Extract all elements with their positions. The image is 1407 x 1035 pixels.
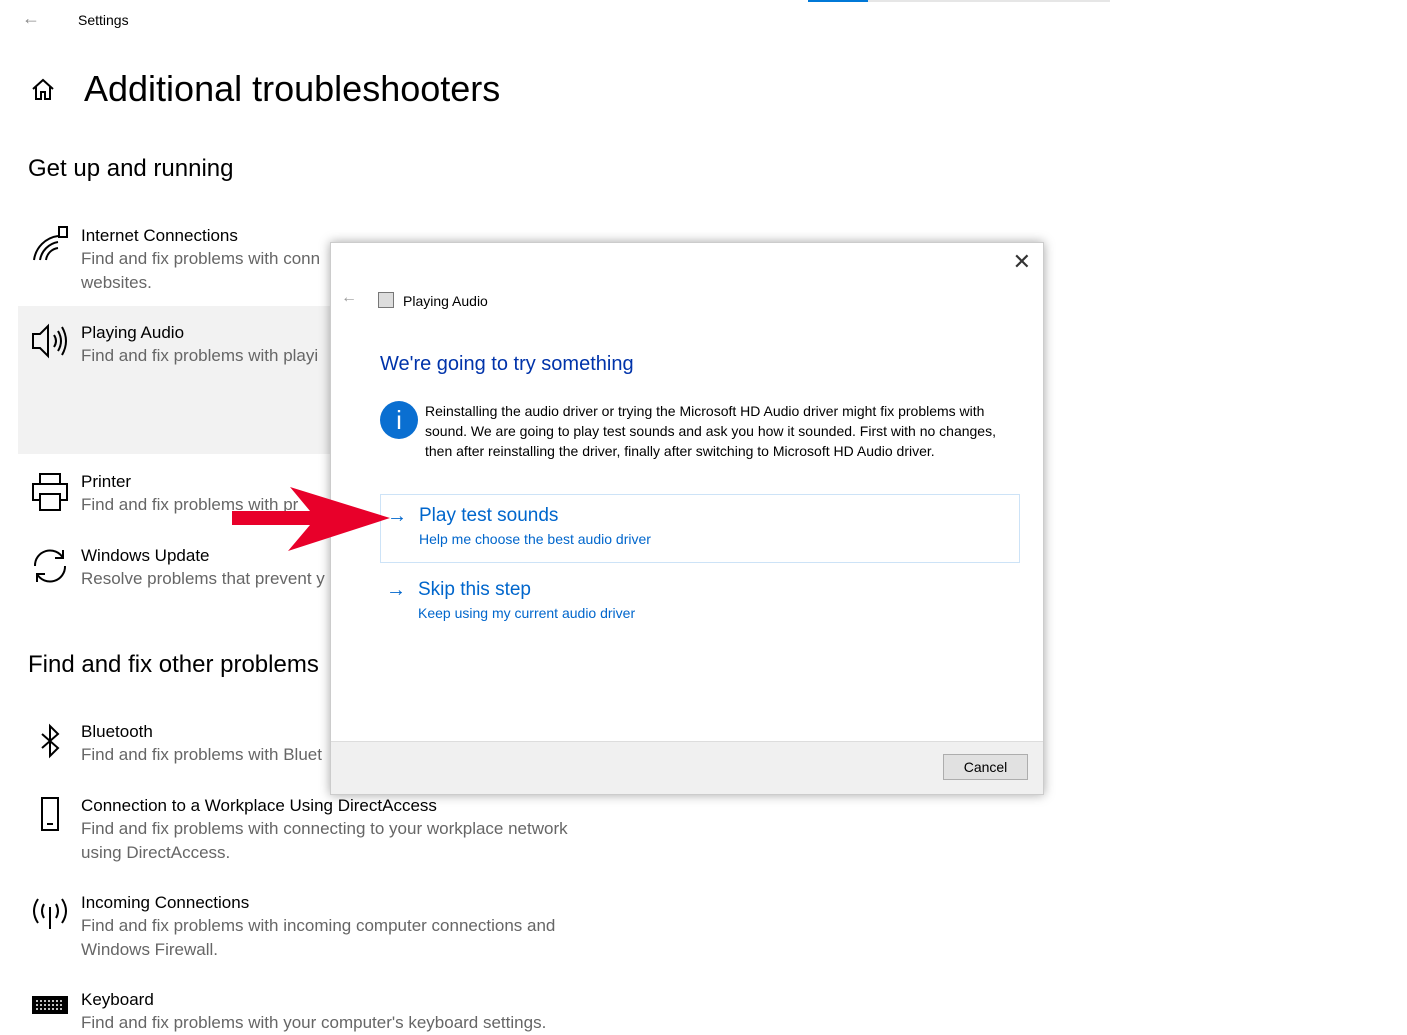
item-title: Incoming Connections	[81, 893, 250, 912]
item-desc: Find and fix problems with incoming comp…	[81, 916, 556, 959]
antenna-icon	[33, 898, 67, 929]
progress-bar	[808, 0, 1110, 2]
dialog-title: Playing Audio	[403, 293, 488, 309]
option-subtitle: Help me choose the best audio driver	[419, 531, 651, 547]
bluetooth-icon	[41, 723, 60, 759]
troubleshooter-directaccess[interactable]: Connection to a Workplace Using DirectAc…	[18, 794, 618, 865]
option-subtitle: Keep using my current audio driver	[418, 605, 636, 621]
item-desc: Find and fix problems with your computer…	[81, 1013, 547, 1032]
item-desc: Find and fix problems with connecting to…	[81, 819, 568, 862]
dialog-heading: We're going to try something	[380, 353, 634, 375]
section-heading: Get up and running	[28, 155, 234, 182]
troubleshooter-app-icon	[378, 292, 394, 308]
app-title: Settings	[78, 12, 129, 28]
item-title: Keyboard	[81, 990, 154, 1009]
page-title: Additional troubleshooters	[84, 68, 501, 109]
dialog-back-button[interactable]: ←	[341, 289, 357, 307]
phone-icon	[41, 797, 59, 831]
troubleshooter-keyboard[interactable]: Keyboard Find and fix problems with your…	[18, 988, 618, 1035]
arrow-right-icon: →	[386, 579, 406, 601]
troubleshooter-incoming-connections[interactable]: Incoming Connections Find and fix proble…	[18, 891, 618, 962]
troubleshooter-dialog: ✕ ← Playing Audio We're going to try som…	[330, 242, 1044, 795]
cancel-button[interactable]: Cancel	[943, 754, 1028, 780]
info-icon: i	[380, 401, 418, 439]
close-button[interactable]: ✕	[1013, 249, 1031, 275]
speaker-icon	[32, 323, 67, 359]
option-title: Skip this step	[418, 579, 531, 600]
home-icon[interactable]	[30, 76, 56, 102]
play-test-sounds-option[interactable]: → Play test sounds Help me choose the be…	[380, 494, 1020, 563]
option-title: Play test sounds	[419, 505, 559, 526]
wifi-icon	[33, 226, 68, 261]
printer-icon	[32, 473, 68, 511]
item-desc: Find and fix problems with conn websites…	[81, 249, 321, 292]
keyboard-icon	[32, 996, 68, 1014]
section-heading: Find and fix other problems	[28, 651, 319, 678]
skip-step-option[interactable]: → Skip this step Keep using my current a…	[380, 569, 1020, 638]
sync-icon	[33, 549, 67, 583]
info-text: Reinstalling the audio driver or trying …	[425, 403, 996, 459]
dialog-footer: Cancel	[331, 741, 1043, 794]
item-title: Connection to a Workplace Using DirectAc…	[81, 796, 437, 815]
back-button[interactable]: ←	[22, 8, 40, 29]
annotation-arrow-icon	[232, 487, 390, 551]
